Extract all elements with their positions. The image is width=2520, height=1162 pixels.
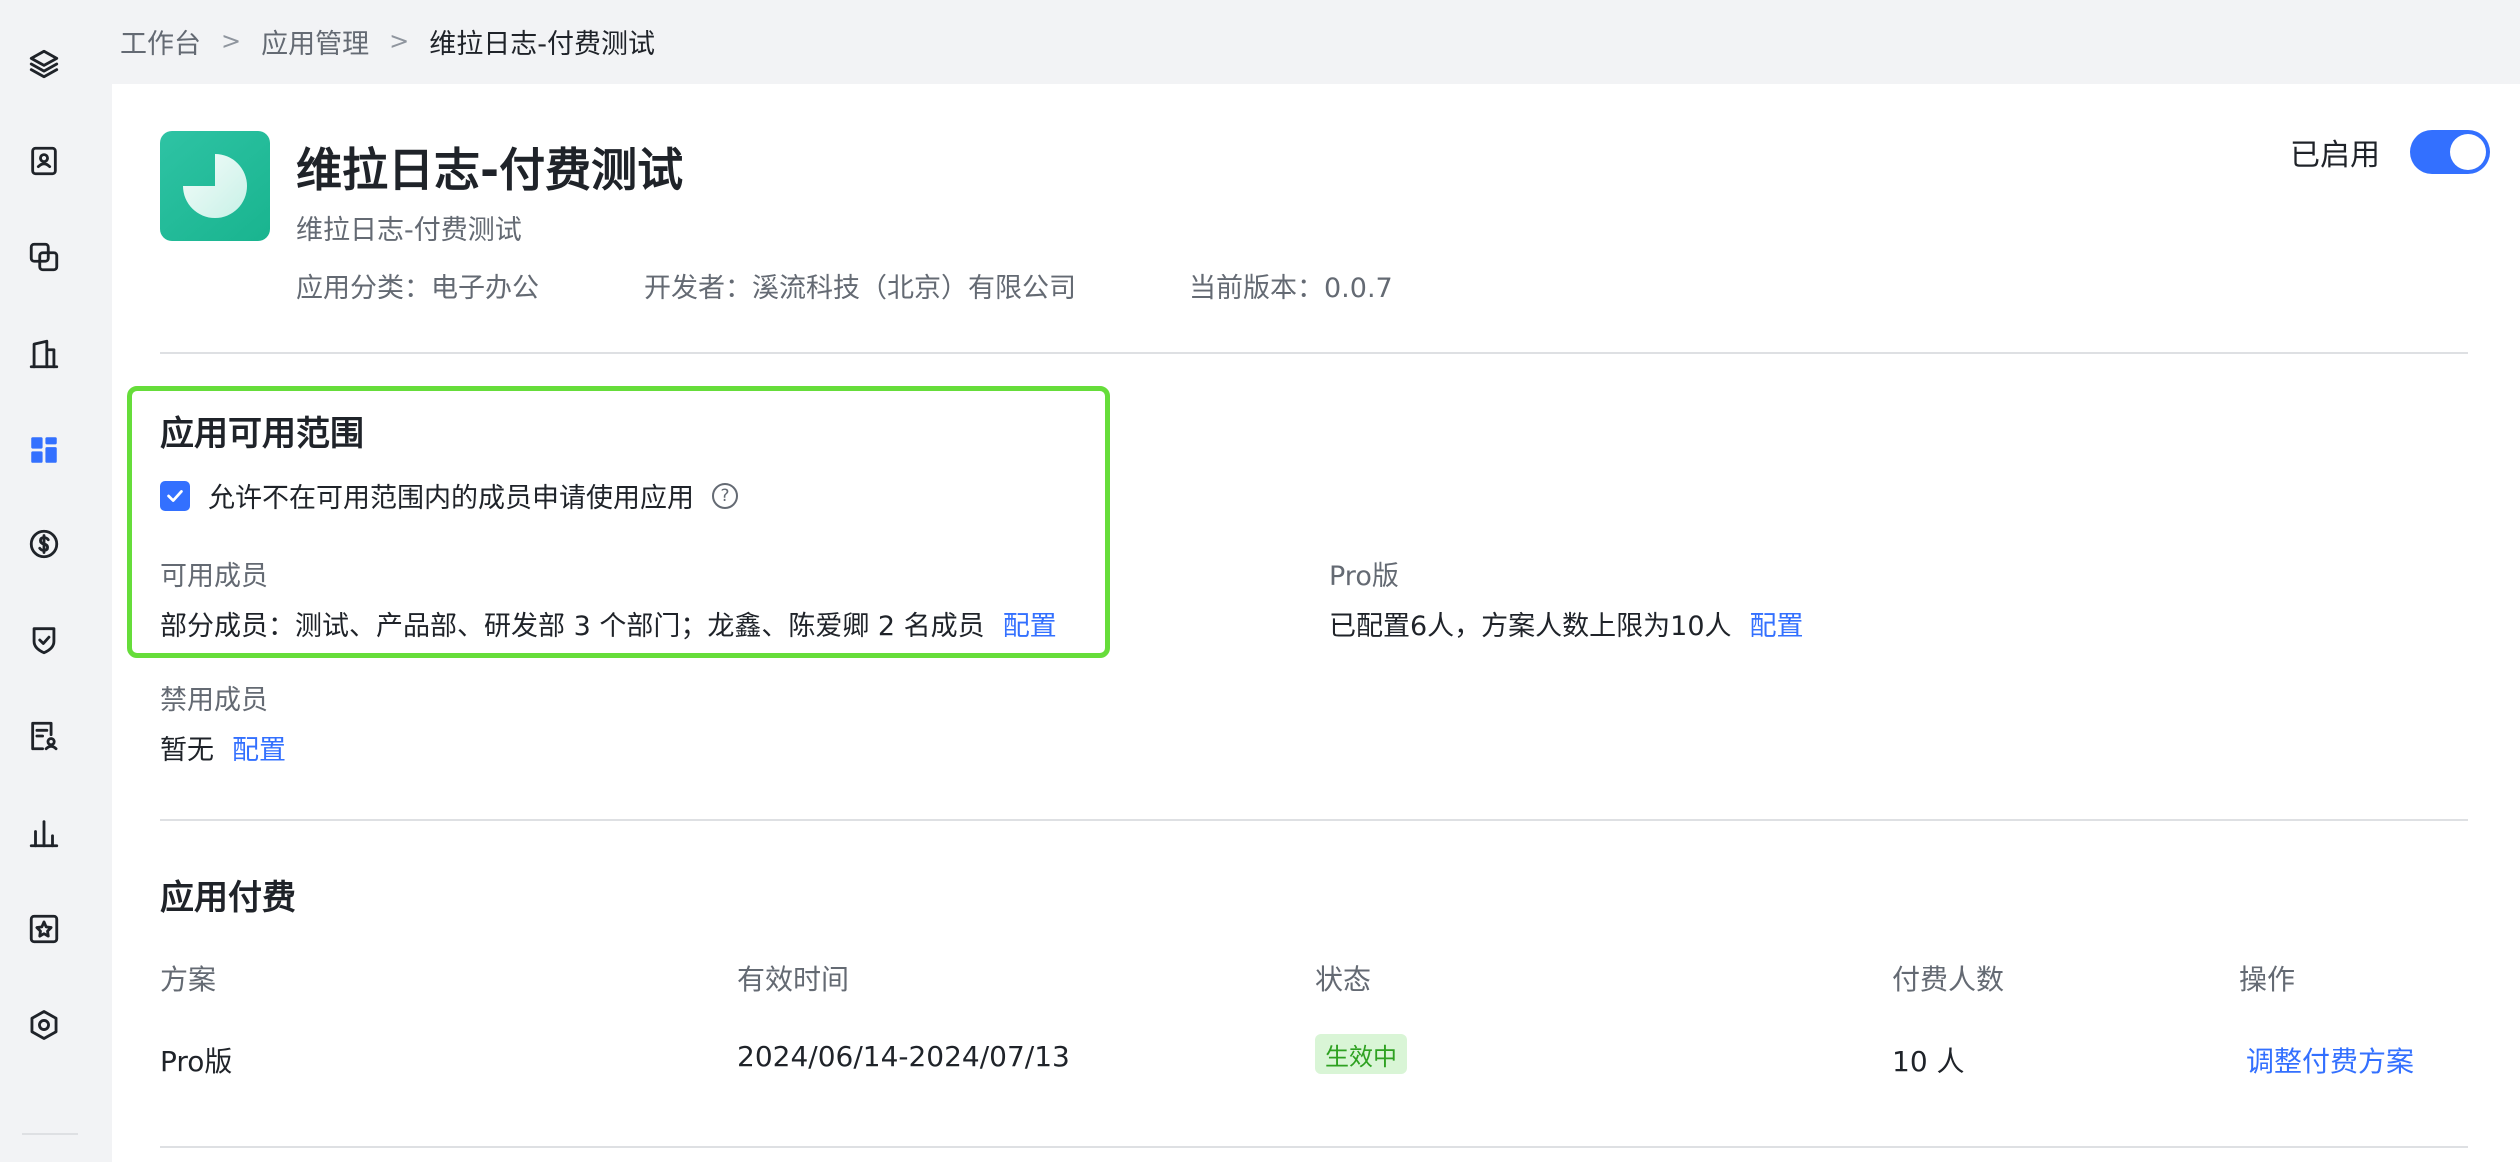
apps-grid-icon[interactable] <box>25 431 63 469</box>
allow-apply-checkbox[interactable] <box>160 480 190 511</box>
column-header-plan: 方案 <box>160 963 217 996</box>
user-doc-icon[interactable] <box>25 717 63 755</box>
column-header-status: 状态 <box>1315 963 1372 996</box>
layers-icon[interactable] <box>25 45 63 83</box>
available-config-link[interactable]: 配置 <box>1003 604 1057 643</box>
banned-members-label: 禁用成员 <box>160 685 268 716</box>
available-members-value: 部分成员：测试、产品部、研发部 3 个部门；龙鑫、陈爱卿 2 名成员 <box>160 611 985 642</box>
shield-check-icon[interactable] <box>25 621 63 659</box>
allow-apply-label: 允许不在可用范围内的成员申请使用应用 <box>208 483 694 514</box>
check-icon <box>167 489 183 502</box>
column-header-period: 有效时间 <box>737 963 850 996</box>
app-title: 维拉日志-付费测试 <box>296 143 684 197</box>
billing-section-title: 应用付费 <box>160 878 296 918</box>
available-members-value-row: 部分成员：测试、产品部、研发部 3 个部门；龙鑫、陈爱卿 2 名成员 配置 <box>160 604 1057 643</box>
building-icon[interactable] <box>25 335 63 373</box>
cell-period: 2024/06/14-2024/07/13 <box>737 1040 1070 1073</box>
breadcrumb-separator: > <box>221 27 242 55</box>
status-badge: 生效中 <box>1315 1034 1407 1074</box>
pro-config-link[interactable]: 配置 <box>1750 604 1804 643</box>
app-status: 已启用 <box>2290 130 2490 174</box>
divider <box>160 1146 2468 1148</box>
app-logo <box>160 131 270 241</box>
breadcrumb-separator: > <box>389 27 410 55</box>
app-subtitle: 维拉日志-付费测试 <box>296 215 522 246</box>
dollar-icon[interactable] <box>25 525 63 563</box>
toggle-knob <box>2450 134 2486 170</box>
breadcrumb-app-management[interactable]: 应用管理 <box>261 22 369 61</box>
settings-hex-icon[interactable] <box>25 1006 63 1044</box>
pro-label: Pro版 <box>1329 561 1399 592</box>
app-category: 应用分类：电子办公 <box>296 273 539 304</box>
breadcrumb-current: 维拉日志-付费测试 <box>429 28 655 60</box>
cell-plan: Pro版 <box>160 1045 233 1078</box>
adjust-plan-link[interactable]: 调整付费方案 <box>2246 1040 2414 1080</box>
contacts-icon[interactable] <box>25 142 63 180</box>
sidebar-divider <box>22 1133 78 1135</box>
app-version: 当前版本：0.0.7 <box>1189 273 1393 304</box>
allow-apply-row: 允许不在可用范围内的成员申请使用应用 ? <box>160 476 738 515</box>
status-label: 已启用 <box>2290 138 2380 173</box>
breadcrumb-workbench[interactable]: 工作台 <box>120 22 201 61</box>
divider <box>160 352 2468 354</box>
app-developer: 开发者：溪流科技（北京）有限公司 <box>644 273 1076 304</box>
copy-icon[interactable] <box>25 238 63 276</box>
breadcrumb: 工作台 > 应用管理 > 维拉日志-付费测试 <box>120 20 655 62</box>
star-box-icon[interactable] <box>25 910 63 948</box>
pro-value: 已配置6人，方案人数上限为10人 <box>1329 611 1732 642</box>
sidebar <box>0 0 88 1162</box>
banned-config-link[interactable]: 配置 <box>232 728 286 767</box>
main-panel: 维拉日志-付费测试 维拉日志-付费测试 应用分类：电子办公 开发者：溪流科技（北… <box>112 84 2520 1162</box>
enable-toggle[interactable] <box>2410 130 2490 174</box>
banned-members-value: 暂无 <box>160 735 214 766</box>
divider <box>160 819 2468 821</box>
bar-chart-icon[interactable] <box>25 814 63 852</box>
column-header-count: 付费人数 <box>1892 963 2005 996</box>
pie-logo-icon <box>183 154 247 218</box>
banned-members-value-row: 暂无 配置 <box>160 728 286 767</box>
help-icon[interactable]: ? <box>712 482 738 509</box>
column-header-action: 操作 <box>2239 963 2296 996</box>
cell-count: 10 人 <box>1892 1045 1965 1078</box>
available-members-label: 可用成员 <box>160 561 268 592</box>
pro-value-row: 已配置6人，方案人数上限为10人 配置 <box>1329 604 1804 643</box>
scope-section-title: 应用可用范围 <box>160 414 364 454</box>
